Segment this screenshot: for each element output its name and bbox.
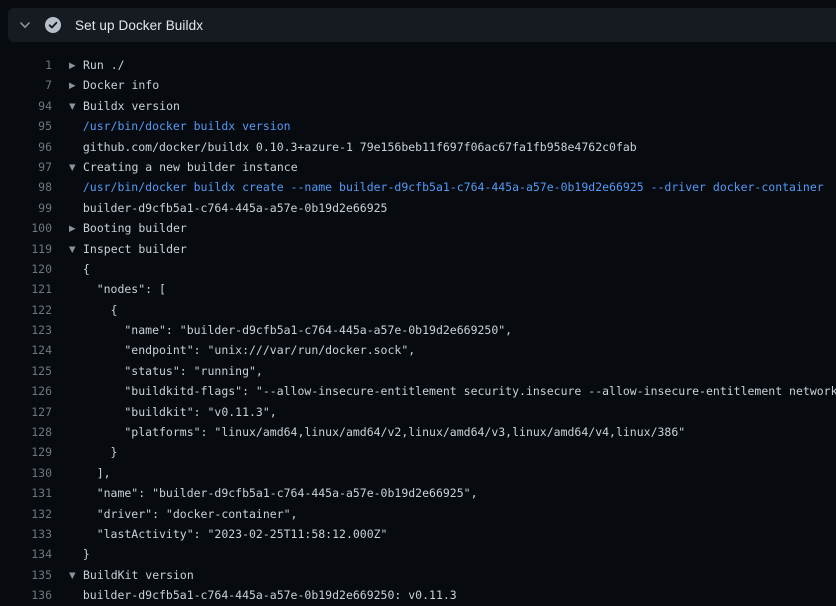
log-group-header[interactable]: 97 ▼Creating a new builder instance — [0, 157, 836, 177]
log-line: 134 } — [0, 544, 836, 564]
line-number[interactable]: 122 — [0, 300, 52, 320]
log-viewer: 1 ▶Run ./ 7 ▶Docker info 94 ▼Buildx vers… — [0, 55, 836, 606]
log-line-text: BuildKit version — [83, 568, 194, 582]
log-line-text: "platforms": "linux/amd64,linux/amd64/v2… — [69, 425, 685, 439]
log-line: 130 ], — [0, 463, 836, 483]
log-line-text: "buildkit": "v0.11.3", — [69, 405, 277, 419]
line-number[interactable]: 94 — [0, 96, 52, 116]
log-line: 126 "buildkitd-flags": "--allow-insecure… — [0, 381, 836, 401]
log-line-text: github.com/docker/buildx 0.10.3+azure-1 … — [69, 140, 637, 154]
log-line-text: "endpoint": "unix:///var/run/docker.sock… — [69, 343, 415, 357]
line-number[interactable]: 129 — [0, 442, 52, 462]
line-number[interactable]: 124 — [0, 340, 52, 360]
log-line: 122 { — [0, 300, 836, 320]
line-number[interactable]: 133 — [0, 524, 52, 544]
line-number[interactable]: 134 — [0, 544, 52, 564]
log-line: 128 "platforms": "linux/amd64,linux/amd6… — [0, 422, 836, 442]
log-line-text: /usr/bin/docker buildx create --name bui… — [69, 180, 824, 194]
line-number[interactable]: 131 — [0, 483, 52, 503]
log-group-header[interactable]: 135 ▼BuildKit version — [0, 565, 836, 585]
log-line: 131 "name": "builder-d9cfb5a1-c764-445a-… — [0, 483, 836, 503]
line-number[interactable]: 100 — [0, 218, 52, 238]
log-line: 98 /usr/bin/docker buildx create --name … — [0, 177, 836, 197]
log-line-text: ], — [69, 466, 111, 480]
line-number[interactable]: 136 — [0, 585, 52, 605]
log-line-text: Run ./ — [83, 58, 125, 72]
group-marker-icon: ▼ — [69, 240, 83, 259]
line-number[interactable]: 126 — [0, 381, 52, 401]
group-marker-icon: ▼ — [69, 158, 83, 177]
log-line-text: /usr/bin/docker buildx version — [69, 119, 291, 133]
log-line-text: "nodes": [ — [69, 282, 166, 296]
line-number[interactable]: 119 — [0, 239, 52, 259]
log-line-text: { — [69, 303, 117, 317]
line-number[interactable]: 135 — [0, 565, 52, 585]
log-line: 123 "name": "builder-d9cfb5a1-c764-445a-… — [0, 320, 836, 340]
line-number[interactable]: 127 — [0, 402, 52, 422]
log-line-text: { — [69, 262, 90, 276]
log-group-header[interactable]: 7 ▶Docker info — [0, 75, 836, 95]
log-line-text: "name": "builder-d9cfb5a1-c764-445a-a57e… — [69, 323, 512, 337]
log-line: 127 "buildkit": "v0.11.3", — [0, 402, 836, 422]
log-line-text: } — [69, 445, 117, 459]
log-line-text: Booting builder — [83, 221, 187, 235]
check-circle-icon — [45, 17, 61, 33]
line-number[interactable]: 99 — [0, 198, 52, 218]
line-number[interactable]: 125 — [0, 361, 52, 381]
line-number[interactable]: 130 — [0, 463, 52, 483]
log-line: 120 { — [0, 259, 836, 279]
step-header[interactable]: Set up Docker Buildx — [8, 8, 836, 42]
log-line: 129 } — [0, 442, 836, 462]
log-line-text: builder-d9cfb5a1-c764-445a-a57e-0b19d2e6… — [69, 588, 457, 602]
log-line: 95 /usr/bin/docker buildx version — [0, 116, 836, 136]
log-line-text: Creating a new builder instance — [83, 160, 298, 174]
log-line-text: builder-d9cfb5a1-c764-445a-a57e-0b19d2e6… — [69, 201, 388, 215]
log-line: 136 builder-d9cfb5a1-c764-445a-a57e-0b19… — [0, 585, 836, 605]
log-group-header[interactable]: 1 ▶Run ./ — [0, 55, 836, 75]
log-line: 124 "endpoint": "unix:///var/run/docker.… — [0, 340, 836, 360]
line-number[interactable]: 123 — [0, 320, 52, 340]
group-marker-icon: ▼ — [69, 97, 83, 116]
log-line-text: Docker info — [83, 78, 159, 92]
chevron-down-icon — [18, 18, 32, 32]
log-line-text: Inspect builder — [83, 242, 187, 256]
line-number[interactable]: 121 — [0, 279, 52, 299]
log-line-text: "lastActivity": "2023-02-25T11:58:12.000… — [69, 527, 388, 541]
log-group-header[interactable]: 119 ▼Inspect builder — [0, 239, 836, 259]
log-group-header[interactable]: 94 ▼Buildx version — [0, 96, 836, 116]
line-number[interactable]: 97 — [0, 157, 52, 177]
line-number[interactable]: 7 — [0, 75, 52, 95]
log-line-text: "driver": "docker-container", — [69, 507, 297, 521]
group-marker-icon: ▶ — [69, 56, 83, 75]
line-number[interactable]: 95 — [0, 116, 52, 136]
log-line: 132 "driver": "docker-container", — [0, 504, 836, 524]
line-number[interactable]: 132 — [0, 504, 52, 524]
log-line: 133 "lastActivity": "2023-02-25T11:58:12… — [0, 524, 836, 544]
log-line-text: "status": "running", — [69, 364, 263, 378]
group-marker-icon: ▶ — [69, 219, 83, 238]
group-marker-icon: ▼ — [69, 566, 83, 585]
log-line-text: Buildx version — [83, 99, 180, 113]
line-number[interactable]: 96 — [0, 137, 52, 157]
line-number[interactable]: 120 — [0, 259, 52, 279]
log-line: 125 "status": "running", — [0, 361, 836, 381]
log-line-text: "buildkitd-flags": "--allow-insecure-ent… — [69, 384, 836, 398]
log-line: 99 builder-d9cfb5a1-c764-445a-a57e-0b19d… — [0, 198, 836, 218]
log-line: 121 "nodes": [ — [0, 279, 836, 299]
line-number[interactable]: 98 — [0, 177, 52, 197]
line-number[interactable]: 1 — [0, 55, 52, 75]
log-line-text: "name": "builder-d9cfb5a1-c764-445a-a57e… — [69, 486, 478, 500]
log-line: 96 github.com/docker/buildx 0.10.3+azure… — [0, 137, 836, 157]
group-marker-icon: ▶ — [69, 76, 83, 95]
line-number[interactable]: 128 — [0, 422, 52, 442]
log-group-header[interactable]: 100 ▶Booting builder — [0, 218, 836, 238]
log-line-text: } — [69, 547, 90, 561]
step-title: Set up Docker Buildx — [75, 18, 203, 33]
